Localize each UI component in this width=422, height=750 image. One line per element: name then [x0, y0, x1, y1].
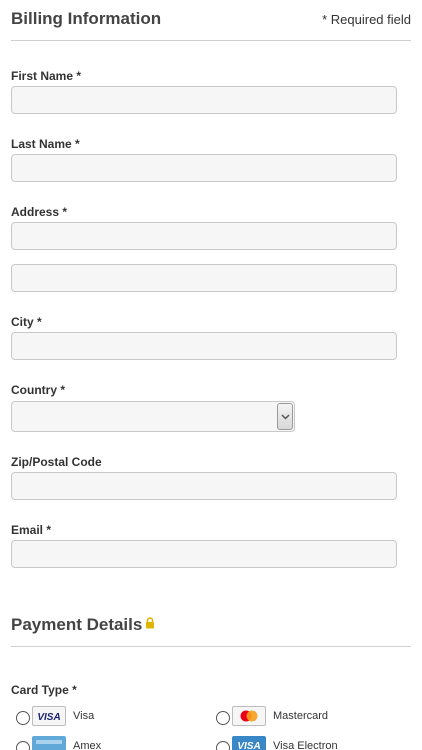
country-select[interactable]: [11, 401, 295, 432]
billing-form-page: Billing Information * Required field Fir…: [0, 0, 422, 750]
first-name-input[interactable]: [11, 86, 397, 114]
card-type-option-amex[interactable]: Amex: [16, 736, 196, 750]
visa-label: Visa: [73, 710, 95, 722]
last-name-input[interactable]: [11, 154, 397, 182]
card-type-option-visa-electron[interactable]: VISA Visa Electron: [216, 736, 396, 750]
card-type-label: Card Type *: [11, 683, 77, 697]
zip-input[interactable]: [11, 472, 397, 500]
billing-header: Billing Information * Required field: [11, 9, 411, 29]
visa-electron-logo-icon: VISA: [232, 736, 266, 750]
svg-text:VISA: VISA: [237, 741, 260, 750]
email-input[interactable]: [11, 540, 397, 568]
mastercard-label: Mastercard: [273, 710, 329, 722]
city-label: City *: [11, 315, 42, 329]
svg-text:VISA: VISA: [37, 712, 60, 723]
required-field-note: * Required field: [322, 12, 411, 27]
country-label: Country *: [11, 383, 65, 397]
card-type-option-visa[interactable]: VISA Visa: [16, 706, 196, 731]
address-line1-input[interactable]: [11, 222, 397, 250]
payment-title: Payment Details: [11, 615, 143, 634]
chevron-down-icon: [281, 414, 290, 420]
country-dropdown-button[interactable]: [277, 403, 293, 430]
mastercard-logo-icon: [232, 706, 266, 726]
visa-radio[interactable]: [16, 711, 30, 725]
payment-divider: [11, 646, 411, 647]
visa-logo-icon: VISA: [32, 706, 66, 726]
zip-label: Zip/Postal Code: [11, 455, 102, 469]
visa-electron-label: Visa Electron: [273, 740, 338, 750]
last-name-label: Last Name *: [11, 137, 80, 151]
address-label: Address *: [11, 205, 68, 219]
city-input[interactable]: [11, 332, 397, 360]
email-label: Email *: [11, 523, 52, 537]
amex-label: Amex: [73, 740, 102, 750]
amex-logo-icon: [32, 736, 66, 750]
lock-icon: [145, 616, 155, 634]
amex-radio[interactable]: [16, 741, 30, 750]
mastercard-radio[interactable]: [216, 711, 230, 725]
payment-header: Payment Details: [11, 615, 411, 635]
visa-electron-radio[interactable]: [216, 741, 230, 750]
billing-divider: [11, 40, 411, 41]
address-line2-input[interactable]: [11, 264, 397, 292]
card-type-option-mastercard[interactable]: Mastercard: [216, 706, 396, 731]
first-name-label: First Name *: [11, 69, 82, 83]
